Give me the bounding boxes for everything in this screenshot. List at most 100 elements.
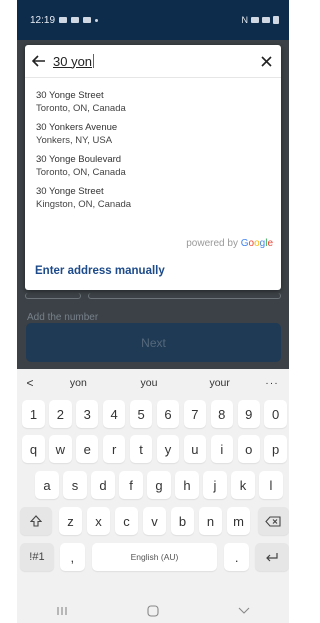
back-icon[interactable]	[238, 607, 250, 615]
close-icon[interactable]	[251, 55, 281, 67]
key-g[interactable]: g	[147, 471, 171, 499]
suggestion-bar: < yon you your ···	[17, 369, 289, 397]
search-bar: 30 yon	[25, 45, 281, 78]
enter-key[interactable]	[255, 543, 289, 571]
keyboard-row-middle: asdfghjkl	[17, 470, 289, 500]
keyboard-row-top: qwertyuiop	[17, 434, 289, 464]
key-4[interactable]: 4	[102, 400, 126, 428]
background-field	[88, 293, 281, 299]
key-9[interactable]: 9	[237, 400, 260, 428]
results-list: 30 Yonge Street Toronto, ON, Canada 30 Y…	[36, 89, 271, 217]
phone-screen: 12:19 N Add the number Next 30 yon 30 Yo…	[17, 0, 289, 623]
key-z[interactable]: z	[58, 507, 83, 535]
key-j[interactable]: j	[203, 471, 227, 499]
suggestion-item[interactable]: you	[114, 377, 185, 389]
result-locality: Yonkers, NY, USA	[36, 135, 113, 146]
key-m[interactable]: m	[226, 507, 251, 535]
key-b[interactable]: b	[170, 507, 195, 535]
symbols-key[interactable]: !#1	[20, 543, 54, 571]
cloud-icon	[71, 17, 80, 23]
key-n[interactable]: n	[198, 507, 223, 535]
address-autocomplete-dialog: 30 yon 30 Yonge Street Toronto, ON, Cana…	[25, 45, 281, 290]
key-3[interactable]: 3	[76, 400, 99, 428]
google-logo: Google	[240, 238, 273, 249]
gallery-icon	[59, 17, 68, 23]
powered-by-label: powered by	[186, 238, 238, 249]
on-screen-keyboard: < yon you your ··· 1234567890 qwertyuiop…	[17, 369, 289, 623]
backspace-key[interactable]	[257, 507, 289, 535]
result-street: 30 Yonkers Avenue	[36, 122, 118, 133]
key-x[interactable]: x	[86, 507, 111, 535]
key-2[interactable]: 2	[49, 400, 72, 428]
key-f[interactable]: f	[119, 471, 143, 499]
key-l[interactable]: l	[259, 471, 283, 499]
keyboard-row-function: !#1 , English (AU) .	[17, 542, 289, 572]
more-icon[interactable]: ···	[255, 377, 289, 389]
search-input-value: 30 yon	[53, 53, 93, 69]
result-locality: Toronto, ON, Canada	[36, 167, 126, 178]
key-a[interactable]: a	[35, 471, 59, 499]
key-o[interactable]: o	[237, 435, 260, 463]
period-key[interactable]: .	[224, 543, 250, 571]
recent-apps-icon[interactable]	[56, 606, 68, 616]
comma-key[interactable]: ,	[59, 543, 85, 571]
background-label: Add the number	[27, 312, 99, 323]
key-v[interactable]: v	[142, 507, 167, 535]
key-y[interactable]: y	[156, 435, 180, 463]
shift-key[interactable]	[20, 507, 52, 535]
result-item[interactable]: 30 Yonkers Avenue Yonkers, NY, USA	[36, 121, 271, 153]
key-s[interactable]: s	[63, 471, 87, 499]
result-locality: Kingston, ON, Canada	[36, 199, 132, 210]
chevron-left-icon[interactable]: <	[17, 376, 43, 390]
next-button[interactable]: Next	[26, 323, 281, 362]
key-7[interactable]: 7	[183, 400, 207, 428]
key-6[interactable]: 6	[156, 400, 180, 428]
key-5[interactable]: 5	[129, 400, 153, 428]
back-arrow-icon[interactable]	[25, 55, 53, 67]
search-input[interactable]: 30 yon	[53, 50, 251, 72]
result-locality: Toronto, ON, Canada	[36, 103, 126, 114]
result-item[interactable]: 30 Yonge Boulevard Toronto, ON, Canada	[36, 153, 271, 185]
keyboard-row-numbers: 1234567890	[17, 399, 289, 429]
key-e[interactable]: e	[76, 435, 99, 463]
key-h[interactable]: h	[175, 471, 199, 499]
suggestion-item[interactable]: yon	[43, 377, 114, 389]
more-notifications-icon	[95, 18, 99, 22]
key-t[interactable]: t	[129, 435, 153, 463]
signal-icon	[262, 17, 270, 23]
notification-icon	[83, 17, 92, 23]
key-c[interactable]: c	[114, 507, 139, 535]
key-1[interactable]: 1	[22, 400, 45, 428]
status-time: 12:19	[30, 14, 56, 26]
keyboard-row-bottom: zxcvbnm	[17, 506, 289, 536]
enter-icon	[266, 552, 278, 561]
key-r[interactable]: r	[102, 435, 126, 463]
enter-address-manually-link[interactable]: Enter address manually	[35, 265, 165, 277]
key-w[interactable]: w	[49, 435, 72, 463]
space-key[interactable]: English (AU)	[91, 543, 218, 571]
mute-icon: N	[241, 15, 249, 25]
navigation-bar	[17, 599, 289, 623]
status-bar: 12:19 N	[17, 0, 289, 40]
key-d[interactable]: d	[91, 471, 115, 499]
result-street: 30 Yonge Street	[36, 90, 104, 101]
key-q[interactable]: q	[22, 435, 45, 463]
key-u[interactable]: u	[183, 435, 207, 463]
backspace-icon	[265, 515, 281, 527]
key-k[interactable]: k	[231, 471, 255, 499]
powered-by-google: powered by Google	[186, 238, 273, 249]
home-icon[interactable]	[147, 605, 159, 617]
wifi-icon	[251, 17, 259, 23]
result-item[interactable]: 30 Yonge Street Toronto, ON, Canada	[36, 89, 271, 121]
text-cursor	[93, 54, 95, 68]
key-0[interactable]: 0	[264, 400, 287, 428]
key-8[interactable]: 8	[210, 400, 233, 428]
result-item[interactable]: 30 Yonge Street Kingston, ON, Canada	[36, 185, 271, 217]
result-street: 30 Yonge Boulevard	[36, 154, 122, 165]
result-street: 30 Yonge Street	[36, 186, 104, 197]
key-p[interactable]: p	[264, 435, 287, 463]
key-i[interactable]: i	[210, 435, 233, 463]
battery-icon	[273, 16, 279, 24]
suggestion-item[interactable]: your	[184, 377, 255, 389]
background-field	[25, 293, 81, 299]
